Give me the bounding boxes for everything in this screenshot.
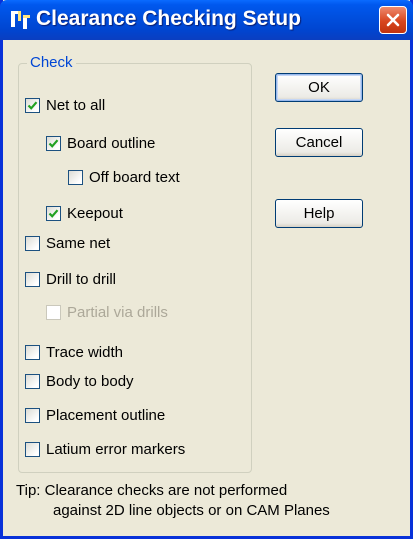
title-bar[interactable]: Clearance Checking Setup <box>0 0 413 40</box>
close-icon <box>386 13 400 27</box>
check-icon <box>27 100 38 110</box>
checkbox-label: Latium error markers <box>46 440 186 458</box>
tip-line-2: against 2D line objects or on CAM Planes <box>53 502 330 519</box>
trace-width-checkbox[interactable]: Trace width <box>25 342 123 362</box>
checkbox-box[interactable] <box>25 407 40 423</box>
checkbox-label: Keepout <box>67 204 123 222</box>
checkbox-label: Net to all <box>46 96 106 114</box>
check-icon <box>48 138 59 148</box>
check-icon <box>48 208 59 218</box>
placement-outline-checkbox[interactable]: Placement outline <box>25 405 165 425</box>
app-icon <box>11 11 30 29</box>
checkbox-label: Off board text <box>89 168 180 186</box>
checkbox-box[interactable] <box>68 169 83 185</box>
checkbox-box <box>46 304 61 320</box>
tip-line-1: Tip: Clearance checks are not performed <box>16 482 288 499</box>
checkbox-label: Drill to drill <box>46 270 117 288</box>
body-to-body-checkbox[interactable]: Body to body <box>25 371 134 391</box>
checkbox-label: Partial via drills <box>67 303 168 321</box>
checkbox-box[interactable] <box>25 271 40 287</box>
checkbox-box[interactable] <box>25 97 40 113</box>
cancel-button[interactable]: Cancel <box>275 128 363 157</box>
checkbox-label: Same net <box>46 234 111 252</box>
board-outline-checkbox[interactable]: Board outline <box>46 133 155 153</box>
off-board-text-checkbox[interactable]: Off board text <box>68 167 180 187</box>
checkbox-label: Body to body <box>46 372 134 390</box>
checkbox-box[interactable] <box>46 135 61 151</box>
checkbox-box[interactable] <box>25 235 40 251</box>
checkbox-box[interactable] <box>25 441 40 457</box>
checkbox-box[interactable] <box>46 205 61 221</box>
close-button[interactable] <box>379 6 407 34</box>
checkbox-box[interactable] <box>25 344 40 360</box>
window-title: Clearance Checking Setup <box>36 7 301 30</box>
ok-button[interactable]: OK <box>275 73 363 102</box>
checkbox-label: Placement outline <box>46 406 166 424</box>
help-button[interactable]: Help <box>275 199 363 228</box>
drill-to-drill-checkbox[interactable]: Drill to drill <box>25 269 116 289</box>
partial-via-drills-checkbox: Partial via drills <box>46 302 168 322</box>
checkbox-box[interactable] <box>25 373 40 389</box>
checkbox-label: Trace width <box>46 343 123 361</box>
same-net-checkbox[interactable]: Same net <box>25 233 110 253</box>
net-to-all-checkbox[interactable]: Net to all <box>25 95 105 115</box>
checkbox-label: Board outline <box>67 134 156 152</box>
tip-text: Tip: Clearance checks are not performed … <box>16 481 330 521</box>
check-group-label: Check <box>27 54 76 71</box>
latium-error-markers-checkbox[interactable]: Latium error markers <box>25 439 185 459</box>
keepout-checkbox[interactable]: Keepout <box>46 203 123 223</box>
